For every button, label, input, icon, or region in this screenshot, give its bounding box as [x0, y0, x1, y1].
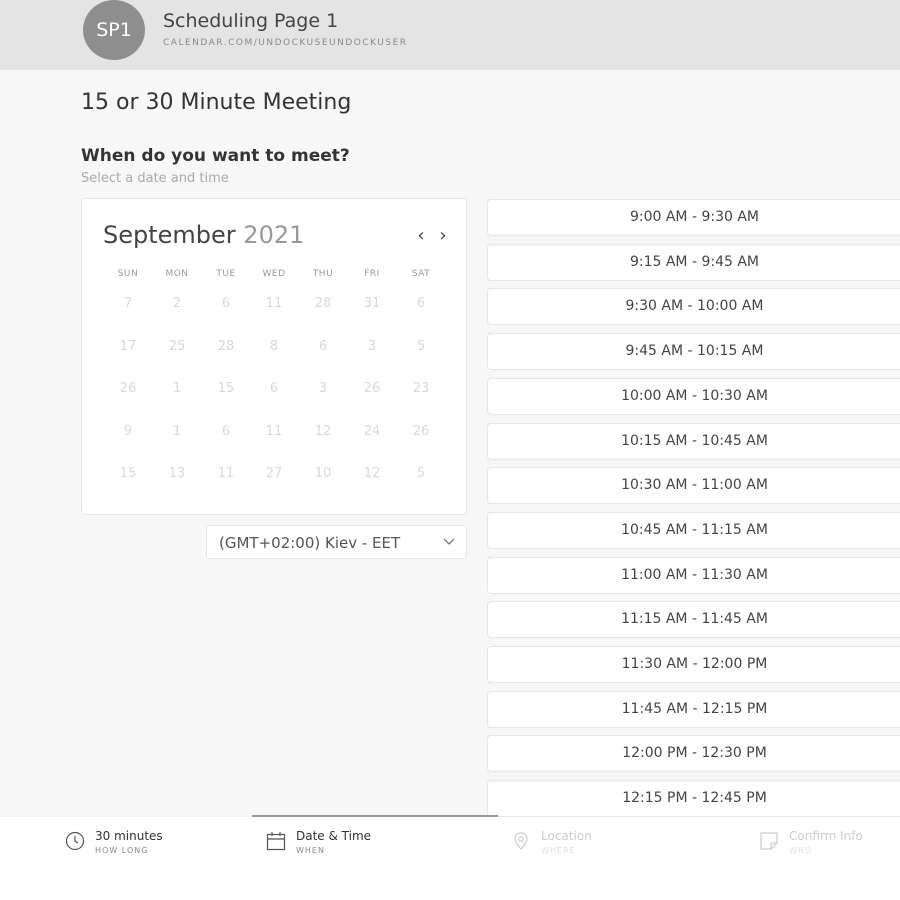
time-slot-button[interactable]: 9:15 AM - 9:45 AM: [487, 243, 900, 281]
step-footer: 30 minutes HOW LONG Date & Time WHEN Loc…: [0, 817, 900, 900]
calendar-day: 6: [416, 296, 426, 311]
step-label: 30 minutes: [95, 829, 163, 843]
time-slot-label: 12:15 PM - 12:45 PM: [622, 790, 767, 807]
calendar-day: 1: [172, 424, 182, 439]
calendar-day: 5: [416, 466, 426, 481]
calendar-day: 26: [119, 381, 137, 396]
timezone-select[interactable]: (GMT+02:00) Kiev - EET: [206, 525, 467, 559]
calendar-widget: September 2021 ‹ › SUN MON TUE WED THU FRI SAT…: [81, 198, 467, 515]
calendar-day: 12: [363, 466, 381, 481]
time-slot-button[interactable]: 12:00 PM - 12:30 PM: [487, 735, 900, 773]
calendar-icon: [266, 832, 286, 851]
time-slot-button[interactable]: 10:15 AM - 10:45 AM: [487, 422, 900, 460]
when-heading: When do you want to meet?: [81, 146, 350, 166]
calendar-day: 26: [412, 424, 430, 439]
weekday-header: TUE: [216, 269, 236, 279]
calendar-day: 6: [221, 424, 231, 439]
time-slot-button[interactable]: 9:45 AM - 10:15 AM: [487, 333, 900, 371]
timezone-value: (GMT+02:00) Kiev - EET: [219, 534, 401, 552]
time-slot-label: 12:00 PM - 12:30 PM: [622, 745, 767, 762]
avatar: SP1: [83, 0, 145, 60]
time-slot-button[interactable]: 10:00 AM - 10:30 AM: [487, 377, 900, 415]
calendar-day: 23: [412, 381, 430, 396]
calendar-day: 25: [168, 339, 186, 354]
clock-icon: [65, 831, 85, 851]
time-slot-button[interactable]: 10:30 AM - 11:00 AM: [487, 467, 900, 505]
meeting-title: 15 or 30 Minute Meeting: [81, 90, 352, 115]
calendar-day: 24: [363, 424, 381, 439]
calendar-day: 5: [416, 339, 426, 354]
calendar-day: 26: [363, 381, 381, 396]
time-slot-button[interactable]: 9:30 AM - 10:00 AM: [487, 288, 900, 326]
when-hint: Select a date and time: [81, 171, 229, 186]
calendar-day: 3: [318, 381, 328, 396]
calendar-day: 28: [314, 296, 332, 311]
time-slot-button[interactable]: 11:45 AM - 12:15 PM: [487, 690, 900, 728]
time-slot-label: 10:45 AM - 11:15 AM: [621, 521, 768, 538]
time-slot-button[interactable]: 12:15 PM - 12:45 PM: [487, 780, 900, 818]
calendar-day: 10: [314, 466, 332, 481]
time-slot-button[interactable]: 10:45 AM - 11:15 AM: [487, 511, 900, 549]
calendar-day: 31: [363, 296, 381, 311]
year-label: 2021: [243, 221, 305, 249]
calendar-day: 9: [123, 424, 133, 439]
calendar-day: 13: [168, 466, 186, 481]
time-slot-label: 11:00 AM - 11:30 AM: [621, 566, 768, 583]
calendar-day: 11: [217, 466, 235, 481]
weekday-header: MON: [165, 269, 189, 279]
time-slot-label: 11:15 AM - 11:45 AM: [621, 611, 768, 628]
calendar-day: 28: [217, 339, 235, 354]
time-slot-button[interactable]: 11:00 AM - 11:30 AM: [487, 556, 900, 594]
time-slot-label: 9:45 AM - 10:15 AM: [625, 343, 764, 360]
calendar-day: 15: [217, 381, 235, 396]
step-label: Location: [541, 829, 592, 843]
page-header: SP1 Scheduling Page 1 CALENDAR.COM/UNDOC…: [0, 0, 900, 70]
step-sub: WHERE: [541, 846, 576, 855]
time-slot-label: 9:30 AM - 10:00 AM: [625, 298, 764, 315]
calendar-day: 17: [119, 339, 137, 354]
calendar-day: 7: [123, 296, 133, 311]
time-slot-label: 9:15 AM - 9:45 AM: [629, 253, 760, 270]
time-slot-button[interactable]: 9:00 AM - 9:30 AM: [487, 199, 900, 236]
month-label: September 2021: [103, 221, 304, 249]
time-slot-label: 10:15 AM - 10:45 AM: [621, 432, 768, 449]
calendar-day: 2: [172, 296, 182, 311]
time-slot-label: 10:30 AM - 11:00 AM: [621, 477, 768, 494]
calendar-day: 6: [221, 296, 231, 311]
time-slot-label: 9:00 AM - 9:30 AM: [629, 209, 760, 225]
scheduling-page-url[interactable]: CALENDAR.COM/UNDOCKUSEUNDOCKUSER: [163, 38, 408, 48]
calendar-day: 11: [265, 424, 283, 439]
weekday-header: SUN: [117, 269, 139, 279]
calendar-day: 12: [314, 424, 332, 439]
time-slot-label: 11:30 AM - 12:00 PM: [621, 656, 768, 672]
calendar-day: 15: [119, 466, 137, 481]
weekday-header: SAT: [411, 269, 431, 279]
weekday-header: THU: [312, 269, 334, 279]
note-icon: [760, 832, 778, 850]
next-month-icon[interactable]: ›: [435, 225, 451, 246]
time-slot-label: 11:45 AM - 12:15 PM: [621, 700, 768, 717]
step-sub: HOW LONG: [95, 846, 149, 855]
time-slot-label: 10:00 AM - 10:30 AM: [621, 387, 768, 404]
calendar-day: 3: [367, 339, 377, 354]
chevron-down-icon: [443, 538, 455, 545]
calendar-day: 6: [269, 381, 279, 396]
weekday-header: FRI: [364, 269, 380, 279]
calendar-day: 11: [265, 296, 283, 311]
step-sub: WHEN: [296, 846, 325, 855]
time-slot-button[interactable]: 11:30 AM - 12:00 PM: [487, 646, 900, 683]
weekday-header: WED: [262, 269, 286, 279]
step-label: Confirm Info: [789, 829, 863, 843]
calendar-day: 27: [265, 466, 283, 481]
location-pin-icon: [514, 832, 528, 850]
calendar-day: 6: [318, 339, 328, 354]
time-slot-button[interactable]: 11:15 AM - 11:45 AM: [487, 601, 900, 639]
prev-month-icon[interactable]: ‹: [413, 225, 429, 246]
calendar-day: 1: [172, 381, 182, 396]
scheduling-page-title: Scheduling Page 1: [163, 10, 339, 32]
step-label: Date & Time: [296, 829, 372, 843]
month-name: September: [103, 221, 236, 249]
calendar-day: 8: [269, 339, 279, 354]
step-sub: WHO: [789, 846, 813, 855]
